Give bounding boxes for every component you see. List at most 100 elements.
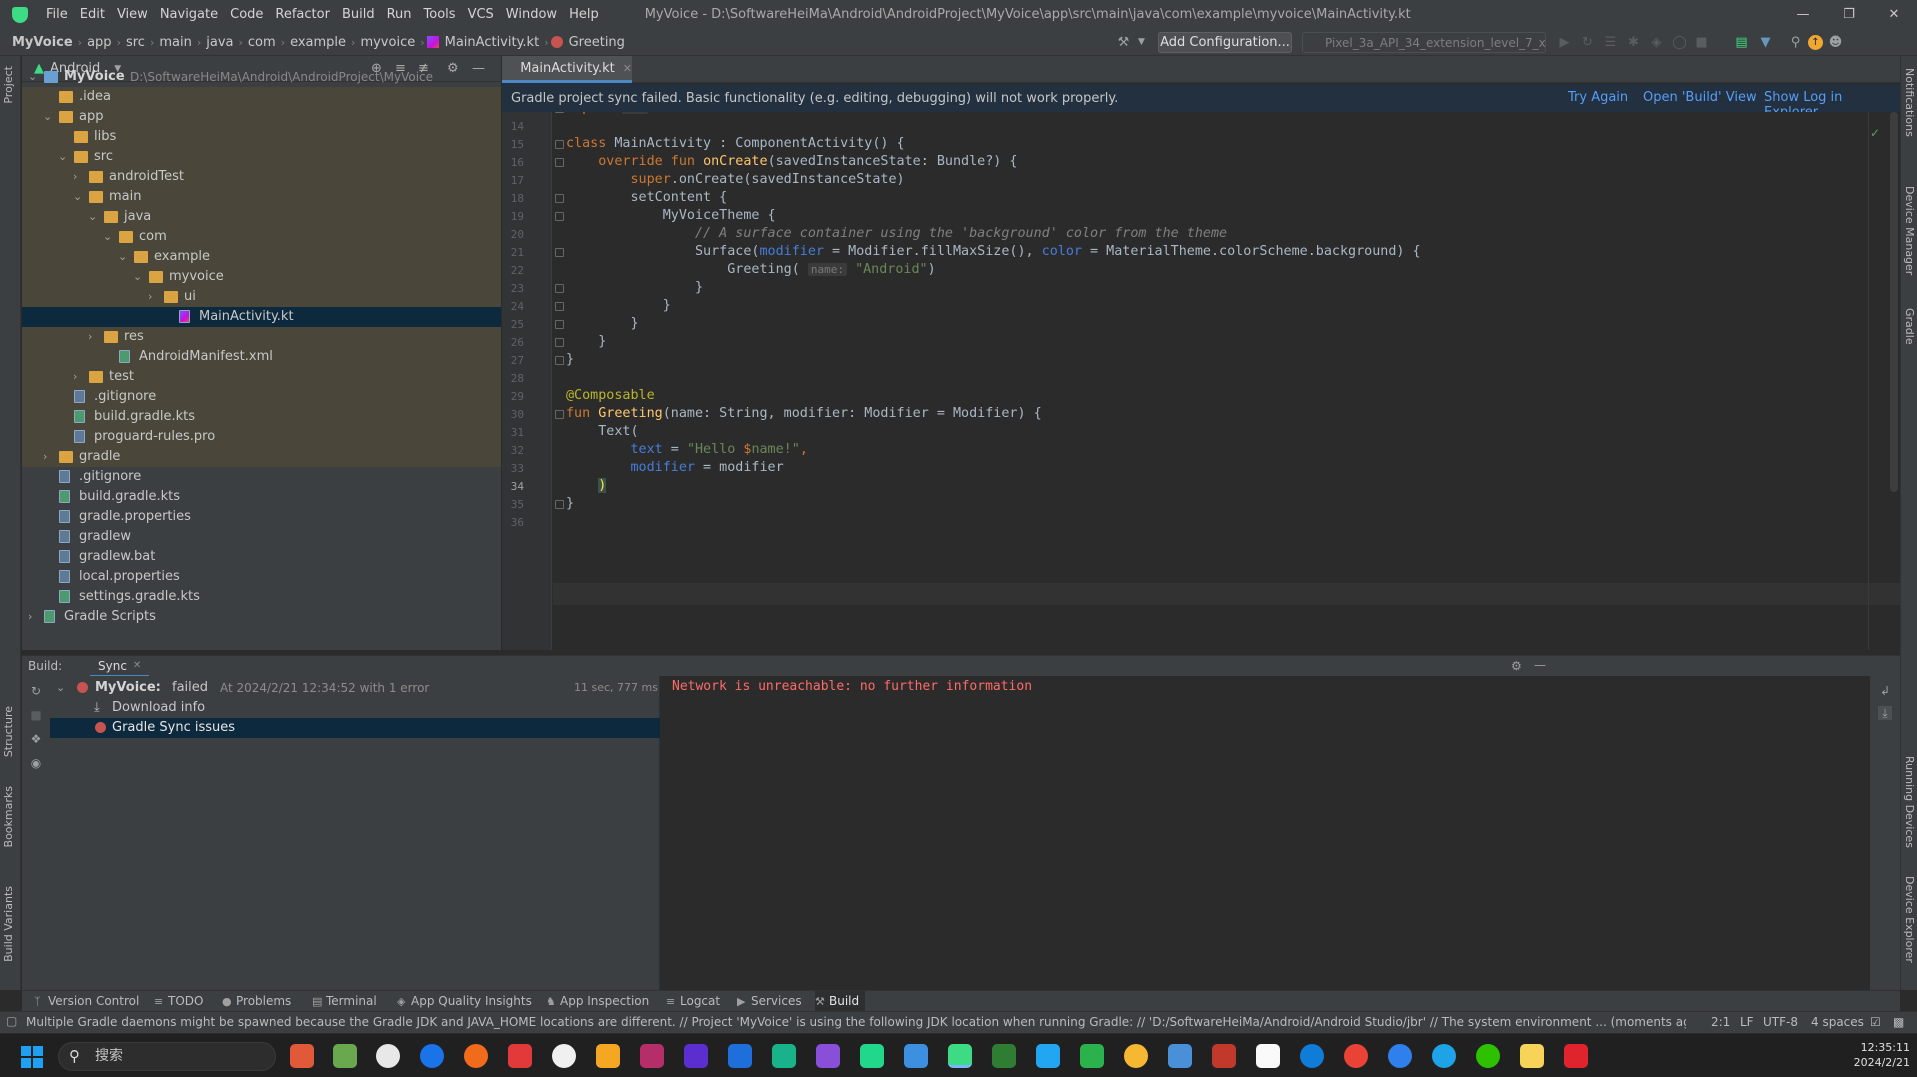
breadcrumb-main[interactable]: main bbox=[156, 35, 194, 50]
menu-view[interactable]: View bbox=[111, 7, 154, 22]
refresh-icon[interactable]: ↻ bbox=[29, 684, 43, 698]
panel-toggle-icon[interactable]: ▢ bbox=[6, 1014, 17, 1028]
app-icon-android-studio[interactable] bbox=[948, 1044, 972, 1068]
app-icon-github[interactable] bbox=[552, 1044, 576, 1068]
taskbar-clock[interactable]: 12:35:11 2024/2/21 bbox=[1830, 1040, 1910, 1070]
editor-tab-mainactivity[interactable]: MainActivity.kt ✕ bbox=[502, 56, 632, 83]
menu-navigate[interactable]: Navigate bbox=[154, 7, 224, 22]
tree-item[interactable]: › ui bbox=[22, 287, 501, 307]
breadcrumb-java[interactable]: java bbox=[203, 35, 236, 50]
attach-debugger-icon[interactable]: ◯ bbox=[1672, 35, 1687, 50]
menu-help[interactable]: Help bbox=[563, 7, 605, 22]
chevron-right-icon[interactable]: › bbox=[73, 167, 85, 187]
gear-icon[interactable]: ⚙ bbox=[1511, 659, 1522, 673]
tree-item[interactable]: ⌄ main bbox=[22, 187, 501, 207]
minimize-icon[interactable]: — bbox=[1780, 0, 1826, 29]
fold-marker-icon[interactable] bbox=[555, 248, 564, 257]
memory-indicator-icon[interactable]: ▩ bbox=[1893, 1015, 1904, 1029]
breadcrumb-myvoice[interactable]: myvoice bbox=[357, 35, 418, 50]
breadcrumb-com[interactable]: com bbox=[245, 35, 279, 50]
search-icon[interactable]: ⚲ bbox=[1788, 35, 1803, 50]
tool-tab-running-devices[interactable]: Running Devices bbox=[1903, 756, 1916, 848]
device-selector[interactable]: Pixel_3a_API_34_extension_level_7_x8... bbox=[1302, 32, 1546, 53]
tool-tab-bookmarks[interactable]: Bookmarks bbox=[2, 786, 15, 847]
fold-marker-icon[interactable] bbox=[555, 338, 564, 347]
tree-item[interactable]: ⌄ java bbox=[22, 207, 501, 227]
run-icon[interactable]: ▶ bbox=[1557, 35, 1572, 50]
indent-setting[interactable]: 4 spaces bbox=[1811, 1015, 1864, 1029]
menu-run[interactable]: Run bbox=[381, 7, 418, 22]
fold-marker-icon[interactable] bbox=[555, 356, 564, 365]
tree-item[interactable]: AndroidManifest.xml bbox=[22, 347, 501, 367]
fold-marker-icon[interactable] bbox=[555, 302, 564, 311]
app-icon-notes[interactable] bbox=[333, 1044, 357, 1068]
tree-item[interactable]: local.properties bbox=[22, 567, 501, 587]
app-icon-pocket[interactable] bbox=[508, 1044, 532, 1068]
breadcrumb-function[interactable]: Greeting bbox=[566, 35, 628, 50]
close-tab-icon[interactable]: ✕ bbox=[623, 62, 632, 75]
caret-position[interactable]: 2:1 bbox=[1711, 1015, 1730, 1029]
app-icon-chrome[interactable] bbox=[1344, 1044, 1368, 1068]
app-icon-notepad[interactable] bbox=[1520, 1044, 1544, 1068]
chevron-down-icon[interactable]: ⌄ bbox=[73, 187, 85, 207]
eye-icon[interactable]: ◉ bbox=[29, 756, 43, 770]
build-sync-issues-row[interactable]: Gradle Sync issues bbox=[50, 718, 660, 738]
tool-tab-notifications[interactable]: Notifications bbox=[1903, 68, 1916, 137]
restore-icon[interactable]: ❐ bbox=[1826, 0, 1872, 29]
tree-root[interactable]: ⌄ MyVoice D:\SoftwareHeiMa\Android\Andro… bbox=[22, 67, 501, 87]
app-icon-pycharm[interactable] bbox=[860, 1044, 884, 1068]
tree-item[interactable]: › test bbox=[22, 367, 501, 387]
editor-scrollbar[interactable] bbox=[1890, 112, 1898, 492]
lock-icon[interactable]: ☑ bbox=[1870, 1015, 1881, 1029]
app-icon-edge[interactable] bbox=[1300, 1044, 1324, 1068]
app-icon-cloud[interactable] bbox=[904, 1044, 928, 1068]
tool-tab-gradle[interactable]: Gradle bbox=[1903, 308, 1916, 345]
menu-window[interactable]: Window bbox=[500, 7, 563, 22]
debug-icon[interactable]: ✱ bbox=[1626, 35, 1641, 50]
tree-item[interactable]: gradlew bbox=[22, 527, 501, 547]
app-icon-typora[interactable] bbox=[1256, 1044, 1280, 1068]
app-icon-qq[interactable] bbox=[1432, 1044, 1456, 1068]
tree-item[interactable]: › Gradle Scripts bbox=[22, 607, 501, 627]
app-icon-sublime[interactable] bbox=[596, 1044, 620, 1068]
tool-tab-terminal[interactable]: ▤ Terminal bbox=[312, 991, 377, 1012]
app-icon-frog[interactable] bbox=[992, 1044, 1016, 1068]
app-icon-webstorm[interactable] bbox=[728, 1044, 752, 1068]
chevron-down-icon[interactable]: ⌄ bbox=[88, 207, 100, 227]
chevron-down-icon[interactable]: ⌄ bbox=[43, 107, 55, 127]
tool-tab-services[interactable]: ▶ Services bbox=[737, 991, 802, 1012]
open-build-view-link[interactable]: Open 'Build' View bbox=[1643, 90, 1757, 105]
menu-code[interactable]: Code bbox=[224, 7, 269, 22]
chevron-right-icon[interactable]: › bbox=[43, 447, 55, 467]
account-icon[interactable]: ☻ bbox=[1828, 35, 1843, 50]
tree-item[interactable]: ⌄ myvoice bbox=[22, 267, 501, 287]
app-icon-youdao[interactable] bbox=[1564, 1044, 1588, 1068]
line-separator[interactable]: LF bbox=[1740, 1015, 1754, 1029]
tree-item[interactable]: .gitignore bbox=[22, 467, 501, 487]
menu-edit[interactable]: Edit bbox=[74, 7, 111, 22]
tool-tab-device-explorer[interactable]: Device Explorer bbox=[1903, 876, 1916, 963]
app-icon-intellij-2[interactable] bbox=[684, 1044, 708, 1068]
breadcrumb-file[interactable]: MainActivity.kt bbox=[442, 35, 543, 50]
app-icon-k[interactable] bbox=[420, 1044, 444, 1068]
tool-tab-device-manager[interactable]: Device Manager bbox=[1903, 186, 1916, 275]
tree-item[interactable]: MainActivity.kt bbox=[22, 307, 501, 327]
tree-item[interactable]: proguard-rules.pro bbox=[22, 427, 501, 447]
tool-tab-version-control[interactable]: ᛉ Version Control bbox=[34, 991, 139, 1012]
chevron-right-icon[interactable]: › bbox=[73, 367, 85, 387]
status-message[interactable]: Multiple Gradle daemons might be spawned… bbox=[26, 1015, 1686, 1029]
breadcrumb-src[interactable]: src bbox=[123, 35, 148, 50]
build-download-info-row[interactable]: ⤓ Download info bbox=[50, 698, 660, 718]
menu-build[interactable]: Build bbox=[336, 7, 381, 22]
tree-item[interactable]: settings.gradle.kts bbox=[22, 587, 501, 607]
chevron-down-icon[interactable]: ⌄ bbox=[58, 147, 70, 167]
chevron-right-icon[interactable]: › bbox=[28, 607, 40, 627]
tree-item[interactable]: .idea bbox=[22, 87, 501, 107]
fold-marker-icon[interactable] bbox=[555, 500, 564, 509]
code-editor[interactable]: ✓ 3 14 15 16 17 18 19 20 21 22 23 24 25 26 27 28 29 30 31 3… bbox=[502, 112, 1900, 650]
tool-tab-todo[interactable]: ≡ TODO bbox=[154, 991, 203, 1012]
fold-marker-icon[interactable] bbox=[555, 194, 564, 203]
tool-tab-project[interactable]: Project bbox=[2, 66, 15, 104]
menu-vcs[interactable]: VCS bbox=[462, 7, 500, 22]
app-icon-clock[interactable] bbox=[376, 1044, 400, 1068]
